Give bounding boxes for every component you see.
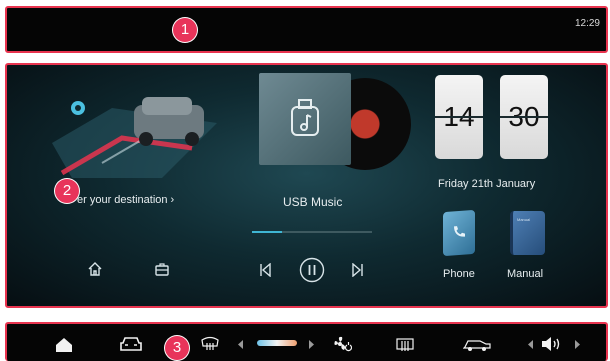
navigation-map-card[interactable]: [42, 83, 222, 183]
media-source-label: USB Music: [283, 195, 343, 209]
usb-music-cover[interactable]: [259, 73, 351, 165]
temperature-slider[interactable]: [257, 340, 297, 346]
media-progress-track[interactable]: [252, 231, 372, 233]
date-label: Friday 21th January: [438, 178, 536, 190]
previous-track-icon[interactable]: [259, 263, 271, 277]
rear-defrost-icon[interactable]: [201, 336, 219, 352]
status-clock: 12:29: [574, 18, 600, 29]
clock-hour: 14: [435, 75, 483, 159]
fan-icon[interactable]: [334, 336, 352, 352]
usb-music-icon: [291, 99, 319, 136]
phone-icon: [454, 226, 465, 237]
chevron-left-icon[interactable]: [238, 340, 244, 349]
next-track-icon[interactable]: [352, 263, 364, 277]
manual-cover-text: Manual: [517, 217, 531, 222]
phone-app-icon[interactable]: [443, 209, 475, 257]
front-defrost-icon[interactable]: [396, 336, 414, 352]
annotation-badge-3: 3: [165, 336, 189, 360]
manual-app-icon[interactable]: Manual: [510, 211, 545, 255]
pause-icon[interactable]: [299, 257, 325, 283]
home-icon[interactable]: [54, 336, 74, 352]
destination-prompt[interactable]: er your destination ›: [77, 194, 174, 206]
chevron-right-icon[interactable]: [308, 340, 314, 349]
briefcase-icon[interactable]: [154, 261, 170, 277]
chevron-left-icon[interactable]: [528, 340, 534, 349]
phone-app-label[interactable]: Phone: [443, 268, 475, 280]
car-icon[interactable]: [120, 336, 142, 352]
media-progress-fill: [252, 231, 282, 233]
chevron-right-icon[interactable]: [574, 340, 580, 349]
manual-app-label[interactable]: Manual: [507, 268, 543, 280]
clock-minute: 30: [500, 75, 548, 159]
annotation-badge-1: 1: [173, 18, 197, 42]
car-exterior-icon[interactable]: [463, 336, 491, 352]
annotation-badge-2: 2: [55, 179, 79, 203]
status-bar: 12:29: [5, 6, 608, 53]
bottom-dock: [5, 322, 608, 361]
home-icon[interactable]: [87, 261, 103, 277]
home-panel: er your destination › USB Music 14 30 Fr…: [5, 63, 608, 308]
volume-icon[interactable]: [541, 335, 565, 353]
